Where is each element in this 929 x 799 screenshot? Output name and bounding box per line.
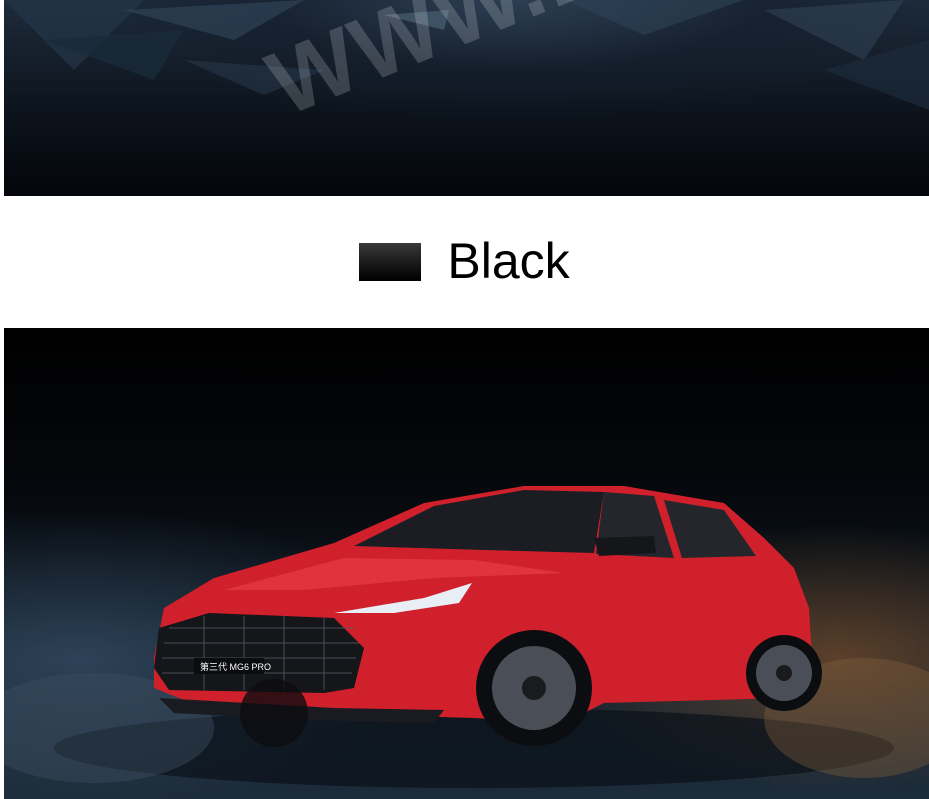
abstract-shards-graphic — [4, 0, 929, 110]
black-color-swatch — [359, 243, 422, 281]
top-background-photo: WWW.BORDE — [4, 0, 929, 196]
color-option-row: Black — [0, 196, 929, 328]
red-sedan-illustration: 第三代 MG6 PRO — [4, 486, 929, 788]
color-name-label: Black — [447, 233, 570, 289]
grille-badge-text: 第三代 MG6 PRO — [200, 661, 271, 672]
car-photo: 第三代 MG6 PRO — [4, 328, 929, 799]
